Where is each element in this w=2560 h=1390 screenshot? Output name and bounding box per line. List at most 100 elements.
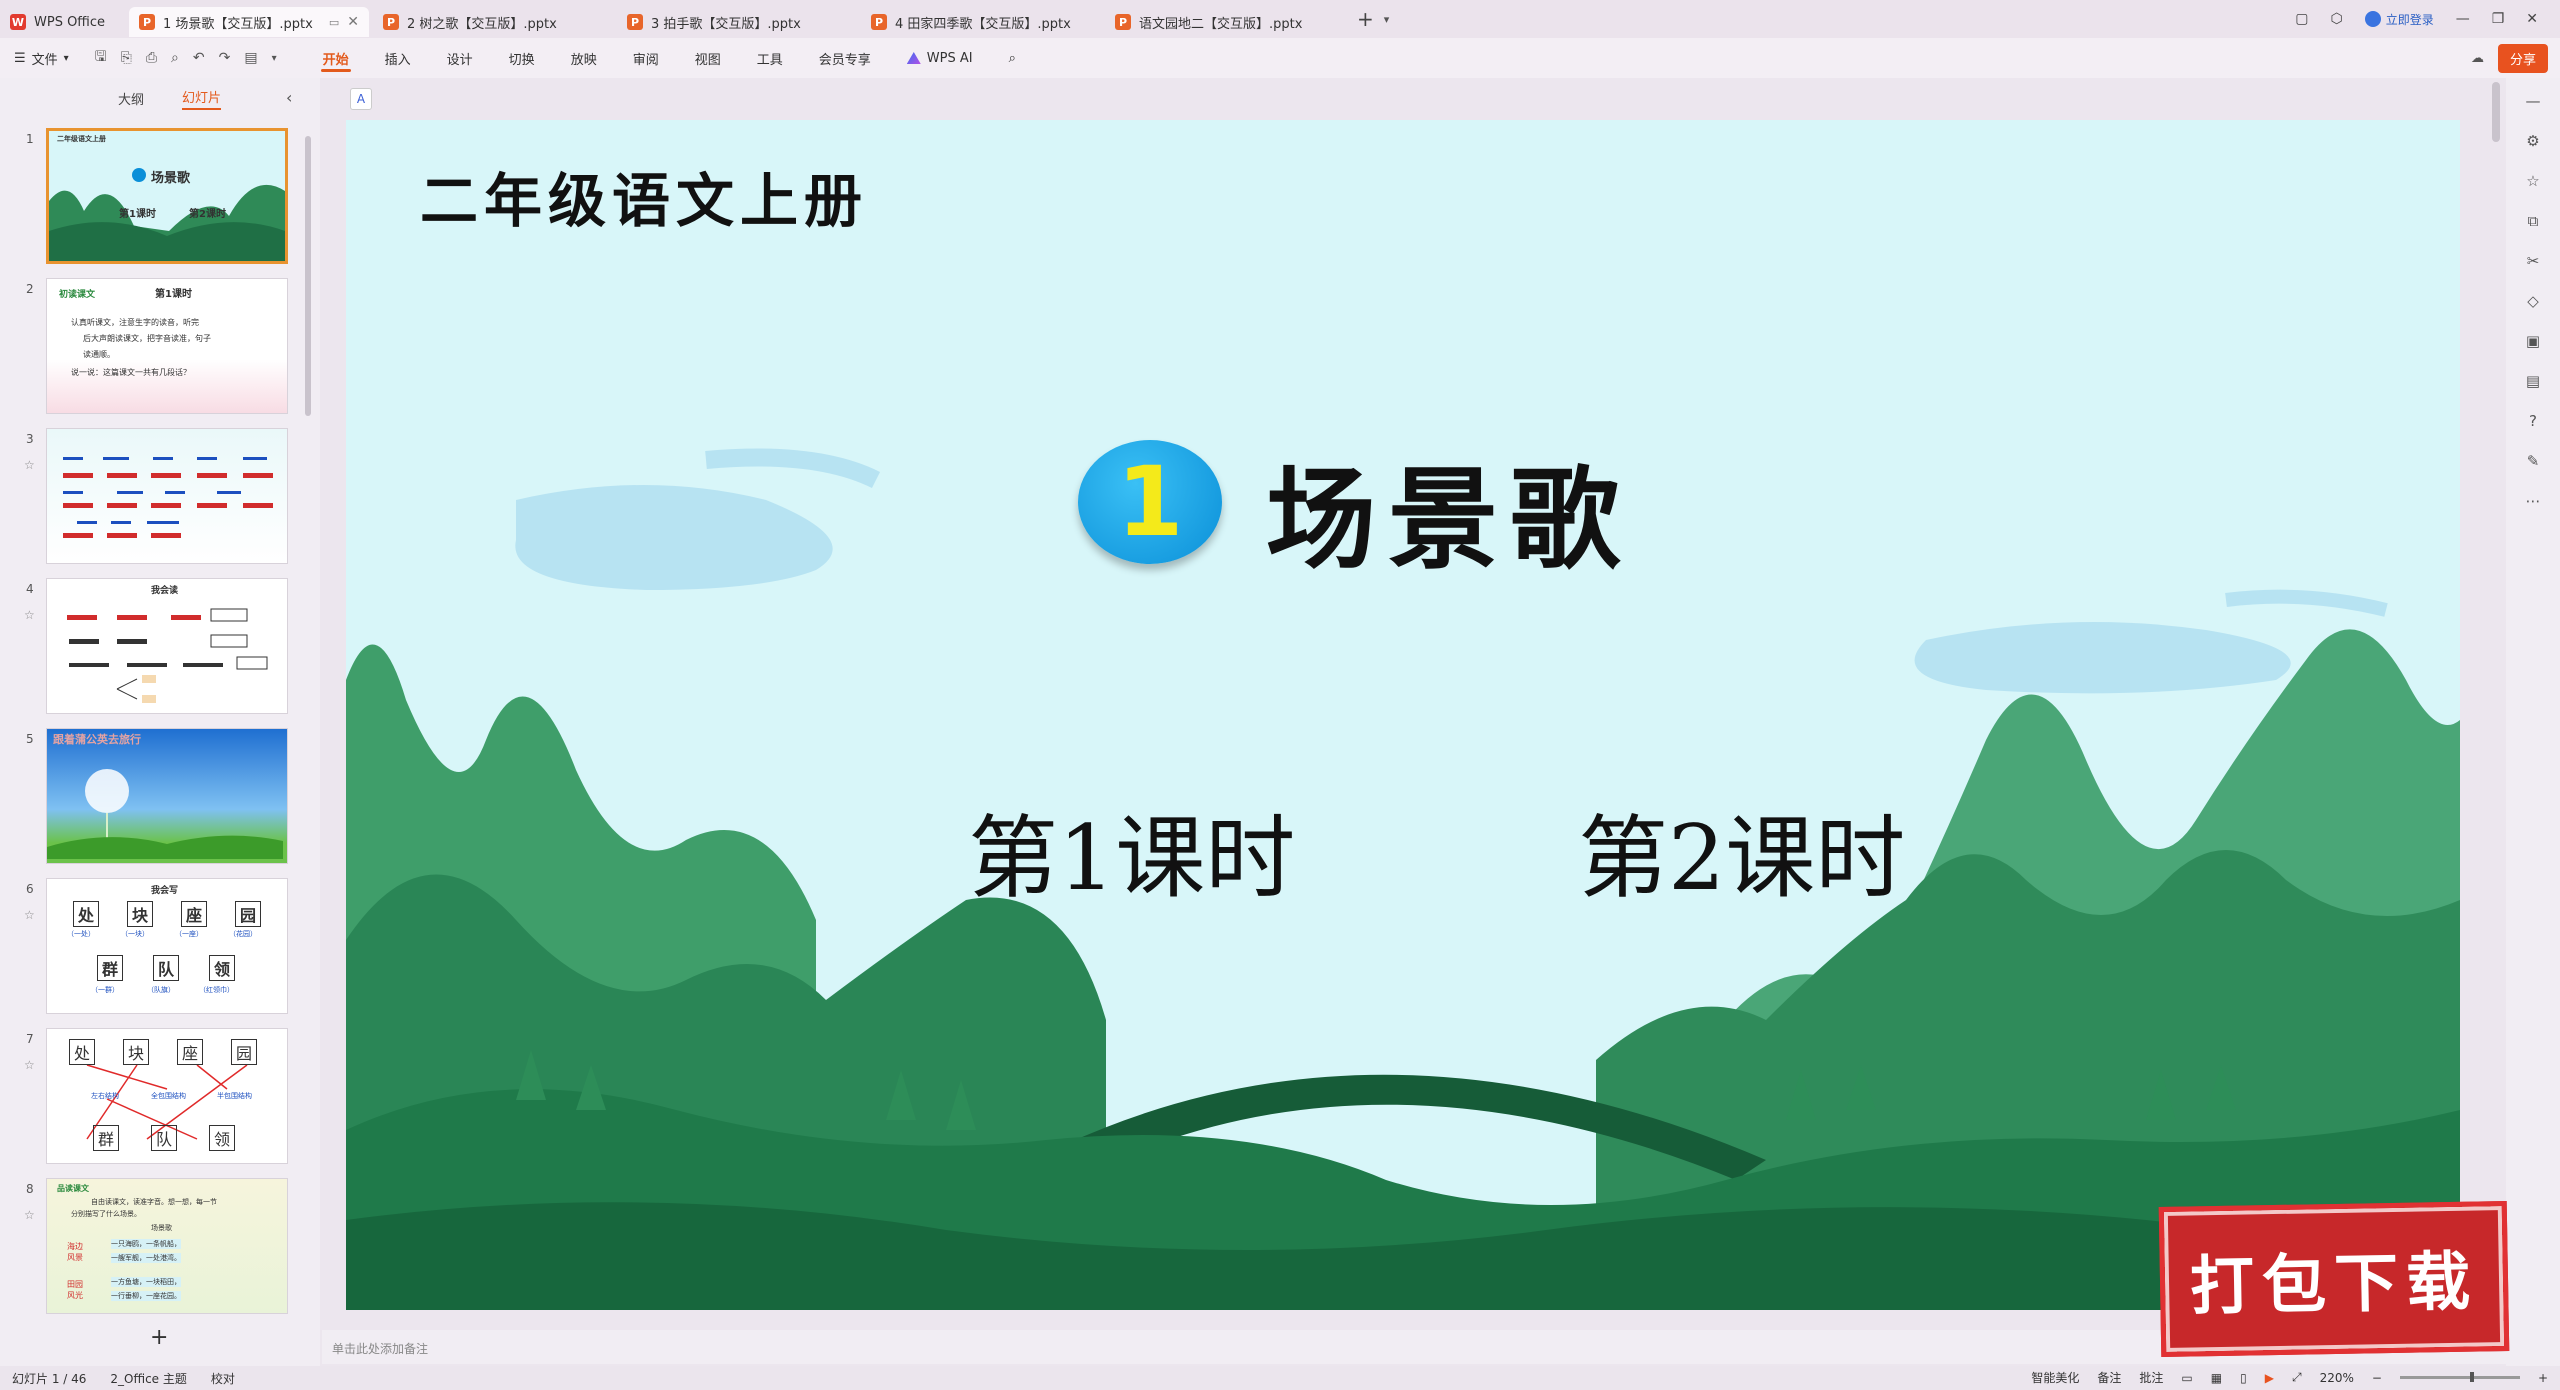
tab-home[interactable]: 开始 <box>305 38 367 78</box>
quick-tools: 🖫 ⎘ ⎙ ⌕ ↶ ↷ ▤ ▾ <box>95 46 277 70</box>
login-button[interactable]: 立即登录 <box>2364 11 2434 28</box>
chevron-down-icon: ▾ <box>63 52 69 64</box>
search-icon[interactable]: ⌕ <box>991 38 1034 78</box>
slide-editor: A 二年级语文上册 1 场景歌 第1课时 第2课时 <box>322 78 2506 1340</box>
tab-insert[interactable]: 插入 <box>367 38 429 78</box>
status-bar: 幻灯片 1 / 46 2_Office 主题 校对 智能美化 备注 批注 ▭ ▦… <box>0 1366 2560 1390</box>
star-icon[interactable]: ☆ <box>2524 172 2542 190</box>
tab-list-chevron-icon[interactable]: ▾ <box>1384 13 1390 26</box>
slide-thumb-row: 3 ☆ <box>0 428 320 568</box>
slide-thumbnail-6[interactable]: 我会写 处 块 座 园 （一处） （一块） （一座） （花园） 群 队 领 （一… <box>46 878 288 1014</box>
picture-icon[interactable]: ▣ <box>2524 332 2542 350</box>
editor-scrollbar[interactable] <box>2492 82 2500 142</box>
minimize-icon[interactable]: — <box>2456 11 2470 27</box>
slide-thumbnail-2[interactable]: 初读课文 第1课时 认真听课文，注意生字的读音，听完 后大声朗读课文，把字音读准… <box>46 278 288 414</box>
current-slide[interactable]: 二年级语文上册 1 场景歌 第1课时 第2课时 <box>346 120 2460 1310</box>
undo-icon[interactable]: ↶ <box>193 50 205 66</box>
tab-slideshow[interactable]: 放映 <box>553 38 615 78</box>
slide-thumbnail-5[interactable]: 跟着蒲公英去旅行 <box>46 728 288 864</box>
format-painter-icon[interactable]: ▤ <box>244 50 257 66</box>
reading-view-icon[interactable]: ▯ <box>2240 1371 2247 1385</box>
fit-window-icon[interactable]: ⤢ <box>2292 1370 2302 1385</box>
lesson-title: 场景歌 <box>1266 455 1632 584</box>
copy-icon[interactable]: ⧉ <box>2524 212 2542 230</box>
tab-outline[interactable]: 大纲 <box>118 89 144 108</box>
zoom-level[interactable]: 220% <box>2320 1371 2354 1385</box>
slide-thumb-row: 8 ☆ 品读课文 自由读课文，读准字音。想一想，每一节 分别描写了什么场景。 场… <box>0 1178 320 1318</box>
normal-view-icon[interactable]: ▭ <box>2181 1371 2192 1385</box>
ai-assist-icon[interactable]: A <box>350 88 372 110</box>
add-slide-button[interactable]: + <box>150 1325 168 1350</box>
star-icon[interactable]: ☆ <box>24 458 35 472</box>
slide-thumbnail-1[interactable]: 二年级语文上册 场景歌 第1课时 第2课时 <box>46 128 288 264</box>
slide-thumbnail-8[interactable]: 品读课文 自由读课文，读准字音。想一想，每一节 分别描写了什么场景。 场景歌 海… <box>46 1178 288 1314</box>
comments-button[interactable]: 批注 <box>2139 1369 2163 1386</box>
tab-document-3[interactable]: P 3 拍手歌【交互版】.pptx <box>617 7 857 37</box>
collapse-panel-icon[interactable]: ‹ <box>286 88 292 107</box>
tab-wps-ai[interactable]: WPS AI <box>889 38 991 78</box>
close-window-icon[interactable]: ✕ <box>2526 11 2538 27</box>
slide-thumbnail-4[interactable]: 我会读 <box>46 578 288 714</box>
print-icon[interactable]: ⎙ <box>146 50 157 66</box>
settings-sliders-icon[interactable]: ⚙ <box>2524 132 2542 150</box>
slide-thumb-row: 7 ☆ 处 块 座 园 左右结构 全包围结构 半包围结构 群 队 领 <box>0 1028 320 1168</box>
menu-icon: ☰ <box>14 50 26 66</box>
tab-member[interactable]: 会员专享 <box>801 38 889 78</box>
more-chevron-icon[interactable]: ▾ <box>272 53 277 64</box>
collapse-icon[interactable]: — <box>2524 92 2542 110</box>
tab-review[interactable]: 审阅 <box>615 38 677 78</box>
star-icon[interactable]: ☆ <box>24 1208 35 1222</box>
device-icon[interactable]: ▭ <box>329 16 339 29</box>
download-package-stamp[interactable]: 打包下载 <box>2158 1200 2510 1358</box>
sorter-view-icon[interactable]: ▦ <box>2211 1371 2222 1385</box>
tab-design[interactable]: 设计 <box>429 38 491 78</box>
notes-button[interactable]: 备注 <box>2097 1369 2121 1386</box>
tab-document-2[interactable]: P 2 树之歌【交互版】.pptx <box>373 7 613 37</box>
smart-beautify-button[interactable]: 智能美化 <box>2031 1369 2079 1386</box>
tab-wps-home[interactable]: W WPS Office <box>0 7 125 37</box>
close-tab-icon[interactable]: ✕ <box>347 14 359 30</box>
play-slideshow-icon[interactable]: ▶ <box>2265 1371 2274 1385</box>
pptx-file-icon: P <box>139 14 155 30</box>
layout-icon[interactable]: ▢ <box>2295 11 2308 27</box>
tab-transition[interactable]: 切换 <box>491 38 553 78</box>
star-icon[interactable]: ☆ <box>24 608 35 622</box>
tab-document-1[interactable]: P 1 场景歌【交互版】.pptx ▭ ✕ <box>129 7 369 37</box>
period-1-link[interactable]: 第1课时 <box>968 785 1295 915</box>
shape-icon[interactable]: ◇ <box>2524 292 2542 310</box>
preview-icon[interactable]: ⌕ <box>171 50 179 66</box>
slide-thumbnail-7[interactable]: 处 块 座 园 左右结构 全包围结构 半包围结构 群 队 领 <box>46 1028 288 1164</box>
star-icon[interactable]: ☆ <box>24 908 35 922</box>
period-2-link[interactable]: 第2课时 <box>1578 785 1905 915</box>
restore-icon[interactable]: ❐ <box>2492 11 2505 27</box>
share-button[interactable]: 分享 <box>2497 44 2548 73</box>
more-icon[interactable]: ⋯ <box>2524 492 2542 510</box>
tab-slides[interactable]: 幻灯片 <box>182 87 222 110</box>
slide-panel: 大纲 幻灯片 ‹ 1 二年级语文上册 场景歌 第1课时 第2课时 2 初读课文 … <box>0 78 320 1368</box>
open-icon[interactable]: ⎘ <box>121 50 132 66</box>
tab-view[interactable]: 视图 <box>677 38 739 78</box>
cube-icon[interactable]: ⬡ <box>2330 11 2342 27</box>
comment-icon[interactable]: ✎ <box>2524 452 2542 470</box>
slide-thumb-row: 2 初读课文 第1课时 认真听课文，注意生字的读音，听完 后大声朗读课文，把字音… <box>0 278 320 418</box>
tab-tools[interactable]: 工具 <box>739 38 801 78</box>
file-menu[interactable]: ☰ 文件 ▾ <box>14 49 69 68</box>
star-icon[interactable]: ☆ <box>24 1058 35 1072</box>
new-tab-button[interactable]: + <box>1357 7 1374 31</box>
theme-name[interactable]: 2_Office 主题 <box>110 1370 186 1387</box>
avatar-icon <box>2364 11 2381 27</box>
proofing-button[interactable]: 校对 <box>211 1370 235 1387</box>
slide-thumbnail-3[interactable] <box>46 428 288 564</box>
tools-icon[interactable]: ✂ <box>2524 252 2542 270</box>
cloud-icon[interactable]: ☁ <box>2471 51 2484 66</box>
redo-icon[interactable]: ↷ <box>219 50 231 66</box>
wps-ai-icon <box>906 52 921 64</box>
zoom-in-icon[interactable]: + <box>2538 1371 2548 1385</box>
help-icon[interactable]: ? <box>2524 412 2542 430</box>
layout-icon[interactable]: ▤ <box>2524 372 2542 390</box>
tab-document-4[interactable]: P 4 田家四季歌【交互版】.pptx <box>861 7 1101 37</box>
save-icon[interactable]: 🖫 <box>95 46 107 70</box>
zoom-out-icon[interactable]: − <box>2372 1371 2382 1385</box>
zoom-slider[interactable] <box>2399 1372 2520 1382</box>
tab-document-5[interactable]: P 语文园地二【交互版】.pptx <box>1105 7 1345 37</box>
